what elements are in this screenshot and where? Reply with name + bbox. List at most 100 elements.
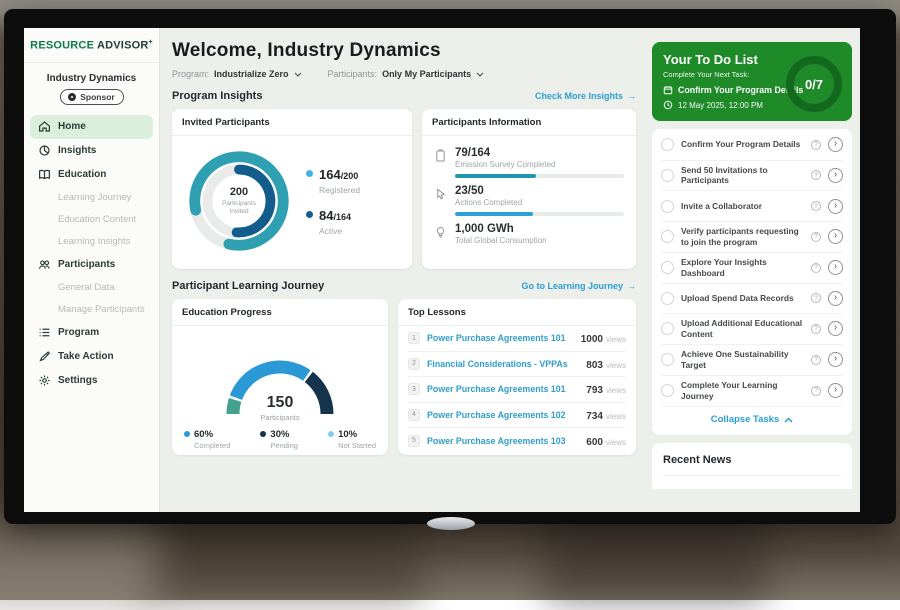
- task-label: Complete Your Learning Journey: [681, 380, 804, 402]
- sidebar-item-education[interactable]: Education: [30, 163, 153, 187]
- chevron-right-icon[interactable]: ›: [828, 352, 843, 367]
- task-checkbox[interactable]: [661, 138, 674, 151]
- gauge-legend: 60%Completed 30%Pending 10%Not Started: [172, 422, 388, 450]
- task-checkbox[interactable]: [661, 292, 674, 305]
- lesson-row: 4 Power Purchase Agreements 102 734views: [408, 403, 626, 429]
- legend-dot: [260, 431, 266, 437]
- task-checkbox[interactable]: [661, 384, 674, 397]
- lesson-views: 803: [586, 360, 603, 371]
- legend-total: /200: [341, 171, 359, 181]
- sidebar: RESOURCE ADVISOR+ Industry Dynamics Spon…: [24, 28, 160, 512]
- stat-value: 79/164: [455, 147, 624, 159]
- info-icon[interactable]: ?: [811, 293, 821, 303]
- chevron-right-icon[interactable]: ›: [828, 229, 843, 244]
- lesson-link[interactable]: Power Purchase Agreements 101: [427, 333, 574, 343]
- task-checkbox[interactable]: [661, 200, 674, 213]
- chevron-right-icon[interactable]: ›: [828, 168, 843, 183]
- sidebar-item-learning-insights[interactable]: Learning Insights: [30, 231, 153, 253]
- legend-dot: [184, 431, 190, 437]
- sidebar-item-label: Education: [58, 169, 106, 180]
- legend-active: 84/164 Active: [306, 207, 360, 236]
- lesson-link[interactable]: Power Purchase Agreements 102: [427, 410, 579, 420]
- legend-label: Pending: [270, 441, 298, 450]
- education-progress-card: Education Progress 150 Participants 60%C…: [172, 299, 388, 455]
- sidebar-item-settings[interactable]: Settings: [30, 369, 153, 393]
- task-checkbox[interactable]: [661, 230, 674, 243]
- info-icon[interactable]: ?: [811, 355, 821, 365]
- participants-information-card: Participants Information 79/164 Emission…: [422, 109, 636, 269]
- desk-highlight: [0, 520, 160, 610]
- chevron-right-icon[interactable]: ›: [828, 137, 843, 152]
- card-title: Invited Participants: [172, 109, 412, 136]
- progress-bar: [455, 212, 624, 216]
- legend-not-started: 10%Not Started: [328, 429, 376, 450]
- legend-value: 84: [319, 208, 333, 223]
- recent-news-card: Recent News: [652, 443, 852, 489]
- chevron-right-icon[interactable]: ›: [828, 383, 843, 398]
- task-label: Invite a Collaborator: [681, 201, 804, 212]
- legend-label: Active: [319, 226, 351, 236]
- task-label: Send 50 Invitations to Participants: [681, 165, 804, 187]
- lesson-views: 600: [586, 437, 603, 448]
- info-icon[interactable]: ?: [811, 232, 821, 242]
- actions-icon: [434, 187, 447, 201]
- monitor-bezel: RESOURCE ADVISOR+ Industry Dynamics Spon…: [4, 9, 896, 524]
- chevron-right-icon[interactable]: ›: [828, 199, 843, 214]
- chevron-right-icon[interactable]: ›: [828, 291, 843, 306]
- sidebar-item-insights[interactable]: Insights: [30, 139, 153, 163]
- legend-pct: 30%: [270, 429, 298, 440]
- sidebar-item-general-data[interactable]: General Data: [30, 277, 153, 299]
- todo-due-label: 12 May 2025, 12:00 PM: [678, 101, 763, 110]
- sidebar-item-home[interactable]: Home: [30, 115, 153, 139]
- sidebar-item-label: Home: [58, 121, 86, 132]
- sidebar-item-label: Program: [58, 327, 99, 338]
- sidebar-item-participants[interactable]: Participants: [30, 253, 153, 277]
- program-insights-header: Program Insights Check More Insights →: [172, 90, 636, 102]
- info-icon[interactable]: ?: [811, 201, 821, 211]
- program-filter[interactable]: Program: Industrialize Zero: [172, 69, 302, 79]
- lesson-link[interactable]: Power Purchase Agreements 103: [427, 436, 579, 446]
- info-icon[interactable]: ?: [811, 170, 821, 180]
- todo-progress-ring: 0/7: [786, 56, 842, 112]
- sidebar-item-learning-journey[interactable]: Learning Journey: [30, 187, 153, 209]
- task-row: Verify participants requesting to join t…: [661, 222, 843, 253]
- info-icon[interactable]: ?: [811, 263, 821, 273]
- check-more-insights-link[interactable]: Check More Insights →: [535, 91, 636, 101]
- collapse-tasks-link[interactable]: Collapse Tasks: [661, 407, 843, 433]
- lesson-views: 1000: [581, 334, 603, 345]
- info-icon[interactable]: ?: [811, 140, 821, 150]
- lesson-link[interactable]: Financial Considerations - VPPAs: [427, 359, 579, 369]
- info-icon[interactable]: ?: [811, 324, 821, 334]
- book-icon: [38, 168, 51, 181]
- sponsor-badge[interactable]: Sponsor: [60, 89, 124, 105]
- lesson-link[interactable]: Power Purchase Agreements 101: [427, 384, 579, 394]
- task-row: Send 50 Invitations to Participants ? ›: [661, 161, 843, 192]
- chevron-down-icon: [476, 72, 484, 77]
- lesson-rank: 1: [408, 332, 420, 344]
- sidebar-item-education-content[interactable]: Education Content: [30, 209, 153, 231]
- collapse-label: Collapse Tasks: [711, 414, 779, 425]
- task-row: Explore Your Insights Dashboard ? ›: [661, 253, 843, 284]
- home-icon: [38, 120, 51, 133]
- todo-progress-value: 0/7: [805, 77, 823, 92]
- task-checkbox[interactable]: [661, 261, 674, 274]
- lesson-rank: 3: [408, 383, 420, 395]
- brand-sup: +: [149, 39, 153, 46]
- sidebar-item-take-action[interactable]: Take Action: [30, 345, 153, 369]
- views-suffix: views: [606, 335, 626, 344]
- info-icon[interactable]: ?: [811, 386, 821, 396]
- link-label: Check More Insights: [535, 91, 623, 101]
- sidebar-item-program[interactable]: Program: [30, 321, 153, 345]
- task-checkbox[interactable]: [661, 353, 674, 366]
- sidebar-item-manage-participants[interactable]: Manage Participants: [30, 299, 153, 321]
- go-to-learning-journey-link[interactable]: Go to Learning Journey →: [521, 281, 636, 291]
- lesson-row: 2 Financial Considerations - VPPAs 803vi…: [408, 352, 626, 378]
- stat-emission-survey: 79/164 Emission Survey Completed: [434, 142, 624, 180]
- chevron-right-icon[interactable]: ›: [828, 260, 843, 275]
- chevron-right-icon[interactable]: ›: [828, 321, 843, 336]
- task-checkbox[interactable]: [661, 322, 674, 335]
- lesson-rank: 2: [408, 358, 420, 370]
- stat-value: 23/50: [455, 185, 624, 197]
- participants-filter[interactable]: Participants: Only My Participants: [328, 69, 485, 79]
- task-checkbox[interactable]: [661, 169, 674, 182]
